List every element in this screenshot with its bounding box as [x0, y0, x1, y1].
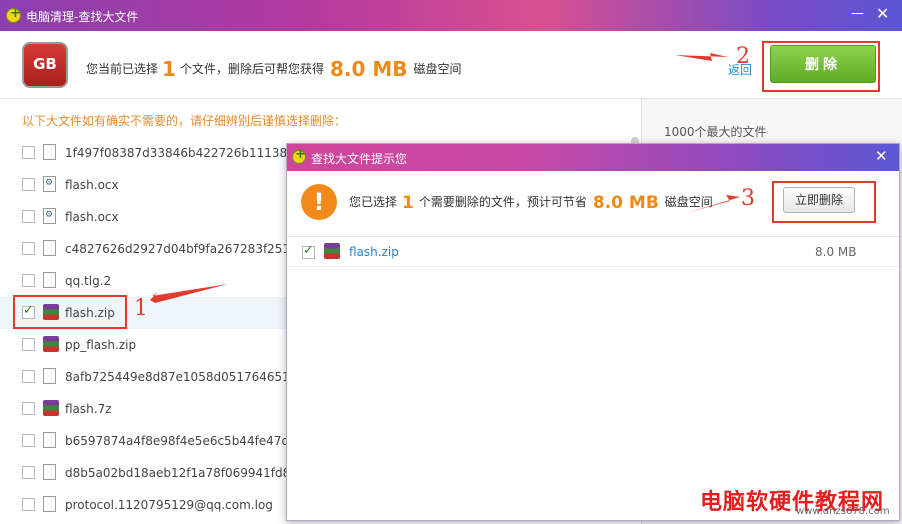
- arrow-3: [686, 195, 740, 213]
- watermark-url: www.dnzs678.com: [796, 506, 890, 517]
- arrow-1: [150, 284, 228, 303]
- annotation-label-1: 1: [134, 296, 148, 321]
- arrow-2: [675, 53, 728, 61]
- annotation-label-3: 3: [741, 186, 755, 211]
- annotation-label-2: 2: [736, 44, 750, 69]
- annotation-arrows: [150, 53, 740, 303]
